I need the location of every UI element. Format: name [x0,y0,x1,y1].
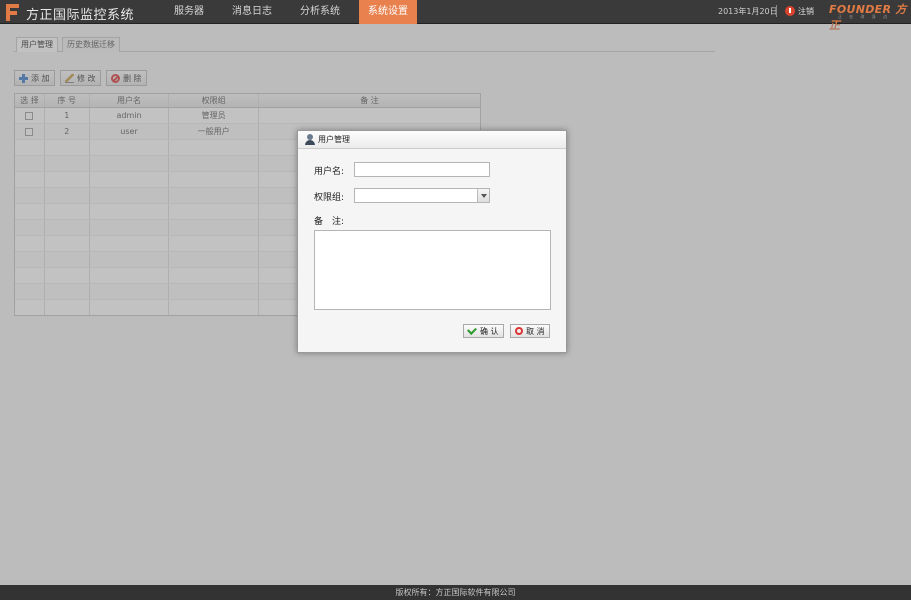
group-label: 权限组: [314,193,345,203]
cancel-button-label: 取 消 [526,326,545,336]
logout-link[interactable]: 注销 [798,6,814,17]
user-icon [305,134,315,145]
header-divider [776,5,777,17]
footer-copyright: 版权所有：方正国际软件有限公司 [0,585,911,600]
check-icon [467,325,477,335]
dialog-title: 用户管理 [318,135,350,144]
power-icon[interactable] [785,6,795,16]
dialog-titlebar[interactable]: 用户管理 [298,131,566,149]
nav-analysis[interactable]: 分析系统 [291,0,349,24]
app-title: 方正国际监控系统 [26,8,135,23]
cancel-icon [515,327,523,335]
top-header: 方正国际监控系统 服务器 消息日志 分析系统 系统设置 2013年1月20日 注… [0,0,911,32]
nav-servers[interactable]: 服务器 [165,0,213,24]
user-dialog: 用户管理 用户名: 权限组: 备 注: 确 认 取 消 [297,130,567,353]
group-select[interactable] [354,188,490,203]
nav-system-settings[interactable]: 系统设置 [359,0,417,24]
note-textarea[interactable] [314,230,551,310]
founder-logo-icon [6,4,19,21]
brand-slogan: 正 在 改 身 边 [838,14,891,19]
confirm-button[interactable]: 确 认 [463,324,504,338]
confirm-button-label: 确 认 [480,326,499,336]
username-label: 用户名: [314,167,345,177]
cancel-button[interactable]: 取 消 [510,324,550,338]
main-nav: 服务器 消息日志 分析系统 系统设置 [165,0,427,24]
note-label: 备 注: [314,217,345,227]
chevron-down-icon[interactable] [477,189,489,202]
username-input[interactable] [354,162,490,177]
header-date: 2013年1月20日 [718,7,778,16]
nav-message-log[interactable]: 消息日志 [223,0,281,24]
